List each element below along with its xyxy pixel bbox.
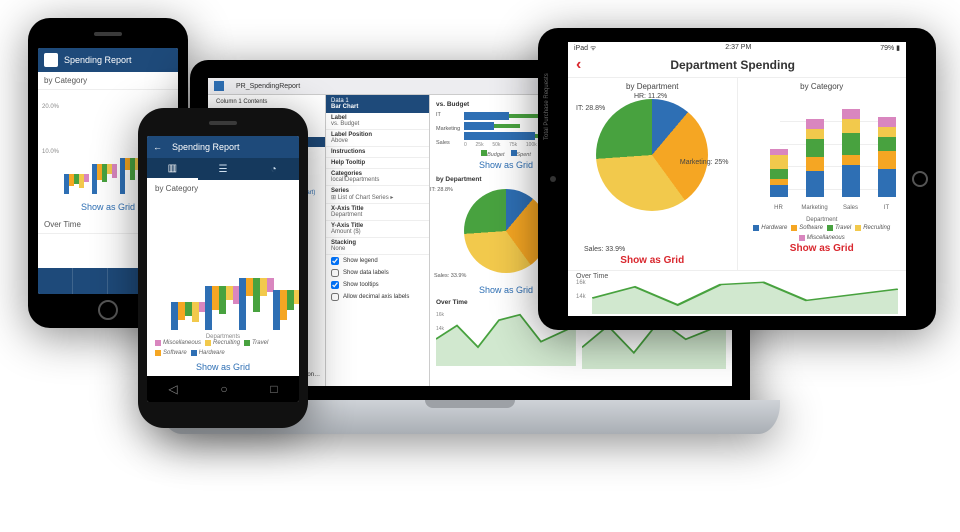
property-checkbox[interactable]: Show tooltips [326,279,429,291]
tablet-right-col: by Category Total Purchase Requests [737,78,907,270]
legend-item: Recruiting [213,340,240,346]
ytick: 20.0% [42,104,59,110]
phone1-header: Spending Report [38,48,178,72]
tab-chart-icon[interactable]: ▥ [147,158,198,180]
row-label: IT [436,112,441,118]
phone2-show-as-grid[interactable]: Show as Grid [147,362,299,372]
tab-more-icon[interactable]: ◔ [248,158,299,180]
phone2-title: Spending Report [172,142,240,152]
tablet-stacked-chart: HR Marketing Sales IT [762,99,895,211]
phone2-stacked-bar-chart: Departments [155,205,291,330]
tab-item[interactable] [73,268,108,294]
props-header: Data 1 Bar Chart [326,95,429,113]
legend-item: Travel [252,340,268,346]
nav-home-icon[interactable]: ○ [220,382,227,396]
pie-label: Marketing: 25% [680,159,729,166]
property-row[interactable]: Labelvs. Budget [326,113,429,130]
property-row[interactable]: Instructions [326,147,429,158]
legend-item: Software [163,350,187,356]
tablet-pie [596,99,708,211]
phone2-screen: ← Spending Report ▥ ☰ ◔ by Category [147,136,299,402]
status-bar: iPad ᯤ 2:37 PM 79% ▮ [568,42,906,55]
property-row[interactable]: Y-Axis TitleAmount ($) [326,221,429,238]
legend-item: Hardware [199,350,225,356]
tablet-left-show-grid[interactable]: Show as Grid [576,255,729,266]
tablet-left-col: by Department HR: 11.2% IT: 28.8% Market… [568,78,737,270]
pie-label: HR: 11.2% [634,93,667,100]
app-icon [214,81,224,91]
property-row[interactable]: Help Tooltip [326,158,429,169]
home-button[interactable] [98,300,118,320]
x-axis-label: Departments [155,334,291,340]
phone1-section-label: by Category [38,72,178,90]
phone2-legend: Miscellaneous Recruiting Travel Software… [147,338,299,362]
phone2-tabs: ▥ ☰ ◔ [147,158,299,180]
property-checkbox[interactable]: Show data labels [326,267,429,279]
tablet-right-sub: by Category [746,82,899,91]
tablet-left-sub: by Department [576,82,729,91]
pie-label: IT: 28.8% [576,105,605,112]
legend-item: Miscellaneous [163,340,201,346]
avatar-icon[interactable] [44,53,58,67]
tab-item[interactable] [38,268,73,294]
nav-recent-icon[interactable]: □ [270,382,277,396]
pie-label: Sales: 33.9% [584,246,625,253]
properties-panel: Data 1 Bar Chart Labelvs. BudgetLabel Po… [326,95,430,386]
file-name: PR_SpendingReport [236,83,300,90]
tablet-right-show-grid[interactable]: Show as Grid [746,243,899,254]
nav-back-icon[interactable]: ◁ [168,382,177,396]
camera-icon [550,176,556,182]
phone2-section: by Category [147,180,299,197]
tablet-title: Department Spending [581,58,884,72]
tablet-legend: Hardware Software Travel Recruiting Misc… [746,225,899,241]
android-device: ← Spending Report ▥ ☰ ◔ by Category [138,108,308,428]
status-time: 2:37 PM [725,44,751,53]
property-row[interactable]: X-Axis TitleDepartment [326,204,429,221]
row-label: Marketing [436,126,460,132]
tablet-screen: iPad ᯤ 2:37 PM 79% ▮ ‹ Department Spendi… [568,42,906,316]
home-button[interactable] [912,171,928,187]
property-row[interactable]: StackingNone [326,238,429,255]
tablet-over-time: Over Time 16k 14k [568,270,906,316]
speaker-slot [94,32,122,36]
x-axis-label: Department [746,217,899,223]
tab-list-icon[interactable]: ☰ [198,158,249,180]
back-icon[interactable]: ← [153,142,162,152]
row-label: Sales [436,140,450,146]
ipad-device: iPad ᯤ 2:37 PM 79% ▮ ‹ Department Spendi… [538,28,936,330]
phone2-header: ← Spending Report [147,136,299,158]
property-checkbox[interactable]: Show legend [326,255,429,267]
phone1-title: Spending Report [64,55,132,65]
ytick: 10.0% [42,149,59,155]
status-left: iPad ᯤ [574,44,596,53]
tablet-header: ‹ Department Spending [568,55,906,78]
speaker-slot [209,121,237,125]
property-row[interactable]: Label PositionAbove [326,130,429,147]
property-row[interactable]: Categorieslocal!Departments [326,169,429,186]
property-checkbox[interactable]: Allow decimal axis labels [326,291,429,303]
over-time-label: Over Time [576,273,898,280]
property-row[interactable]: Series⊞ List of Chart Series ▸ [326,186,429,204]
android-nav: ◁ ○ □ [147,376,299,402]
status-battery: 79% ▮ [880,44,900,53]
tree-row[interactable]: Column 1 Contents [208,97,325,107]
